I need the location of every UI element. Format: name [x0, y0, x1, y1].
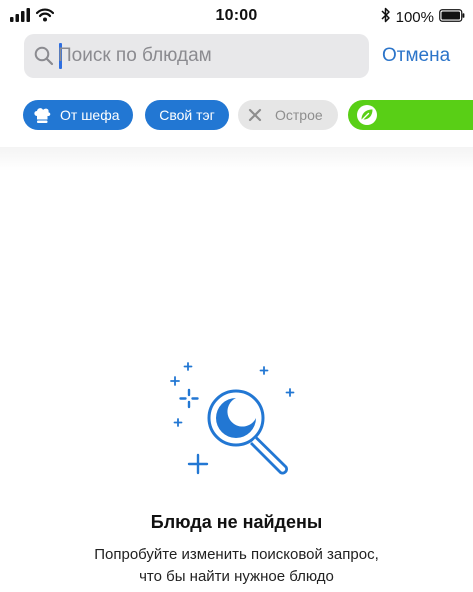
- chip-spicy[interactable]: Острое: [238, 100, 338, 130]
- filter-chips: От шефа Свой тэг Острое: [0, 100, 473, 132]
- empty-state-subtitle: Попробуйте изменить поисковой запрос, чт…: [0, 544, 473, 588]
- chip-label: Острое: [275, 107, 323, 123]
- status-right: 100%: [381, 7, 465, 27]
- battery-percent: 100%: [395, 8, 434, 26]
- search-input[interactable]: [58, 42, 358, 70]
- cancel-button[interactable]: Отмена: [382, 45, 450, 67]
- chip-custom-tag[interactable]: Свой тэг: [145, 100, 229, 130]
- leaf-icon: [356, 105, 378, 128]
- subtitle-line-2: что бы найти нужное блюдо: [139, 568, 334, 585]
- chip-from-chef[interactable]: От шефа: [23, 100, 133, 130]
- header-divider: [0, 147, 473, 171]
- search-icon: [33, 45, 55, 72]
- battery-icon: [439, 8, 465, 26]
- empty-state-title: Блюда не найдены: [150, 512, 323, 532]
- subtitle-line-1: Попробуйте изменить поисковой запрос,: [94, 546, 379, 563]
- chip-vegetarian[interactable]: [348, 100, 473, 130]
- search-row: Отмена: [0, 34, 473, 80]
- chip-label: Свой тэг: [159, 107, 215, 123]
- search-box[interactable]: [24, 34, 369, 78]
- chip-label: От шефа: [60, 107, 120, 123]
- close-icon[interactable]: [248, 108, 262, 125]
- bluetooth-icon: [381, 7, 391, 27]
- magnifier-moon-icon: [166, 356, 298, 476]
- chef-hat-icon: [32, 107, 52, 127]
- status-bar: 10:00 100%: [0, 0, 473, 32]
